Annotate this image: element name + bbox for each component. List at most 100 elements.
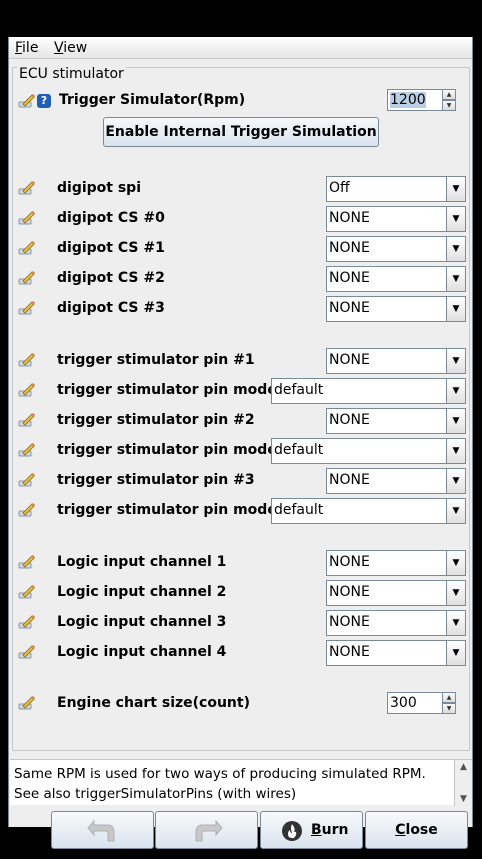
dropdown-value: NONE [329,644,370,660]
enable-trigger-simulation-button[interactable]: Enable Internal Trigger Simulation [103,117,379,147]
menu-bar: File View [9,37,472,59]
engine-chart-size-label: Engine chart size(count) [57,695,250,711]
close-button[interactable]: Close [365,811,468,849]
setting-label: digipot CS #0 [57,210,165,226]
menu-view[interactable]: View [54,40,87,56]
dropdown-value: NONE [329,554,370,570]
setting-label: Logic input channel 4 [57,644,227,660]
chevron-down-icon[interactable]: ▼ [446,349,465,373]
pencil-edit-icon[interactable] [17,694,37,712]
setting-label: trigger stimulator pin mode #1 [57,382,304,398]
setting-dropdown[interactable]: NONE ▼ [326,640,466,666]
setting-label: trigger stimulator pin mode #3 [57,502,304,518]
chevron-down-icon[interactable]: ▼ [446,469,465,493]
engine-chart-size-spinner[interactable]: 300 ▲ ▼ [387,692,456,714]
close-button-label: Close [395,822,438,838]
chevron-down-icon[interactable]: ▼ [446,237,465,261]
setting-label: digipot CS #2 [57,270,165,286]
setting-label: digipot CS #1 [57,240,165,256]
chevron-down-icon[interactable]: ▼ [446,641,465,665]
setting-dropdown[interactable]: NONE ▼ [326,266,466,292]
trigger-simulator-spinner[interactable]: 1200 ▲ ▼ [387,89,456,111]
setting-label: digipot spi [57,180,141,196]
undo-button[interactable] [51,811,154,849]
spin-down-icon[interactable]: ▼ [442,703,456,714]
scroll-up-icon[interactable]: ▲ [455,760,472,774]
pencil-edit-icon[interactable] [17,583,37,601]
scroll-down-icon[interactable]: ▼ [455,792,472,806]
burn-button[interactable]: Burn [260,811,363,849]
trigger-simulator-label: Trigger Simulator(Rpm) [59,92,246,108]
spinner-buttons[interactable]: ▲ ▼ [442,692,456,714]
setting-label: Logic input channel 2 [57,584,227,600]
setting-dropdown[interactable]: NONE ▼ [326,550,466,576]
setting-dropdown[interactable]: NONE ▼ [326,206,466,232]
chevron-down-icon[interactable]: ▼ [446,297,465,321]
chevron-down-icon[interactable]: ▼ [446,439,465,463]
pencil-edit-icon[interactable] [17,613,37,631]
pencil-edit-icon[interactable] [17,381,37,399]
setting-dropdown[interactable]: NONE ▼ [326,580,466,606]
redo-icon [195,819,223,842]
dropdown-value: NONE [329,270,370,286]
help-icon[interactable]: ? [37,94,51,108]
pencil-edit-icon[interactable] [17,179,37,197]
help-text-scrollbar[interactable]: ▲ ▼ [454,760,472,806]
setting-dropdown[interactable]: NONE ▼ [326,296,466,322]
setting-dropdown[interactable]: default ▼ [271,438,466,464]
pencil-edit-icon[interactable] [17,299,37,317]
chevron-down-icon[interactable]: ▼ [446,409,465,433]
chevron-down-icon[interactable]: ▼ [446,551,465,575]
spin-down-icon[interactable]: ▼ [442,100,456,111]
pencil-edit-icon[interactable] [17,92,37,110]
setting-label: Logic input channel 1 [57,554,227,570]
setting-dropdown[interactable]: NONE ▼ [326,408,466,434]
spin-up-icon[interactable]: ▲ [442,89,456,100]
pencil-edit-icon[interactable] [17,501,37,519]
chevron-down-icon[interactable]: ▼ [446,267,465,291]
chevron-down-icon[interactable]: ▼ [446,611,465,635]
undo-icon [86,819,114,842]
setting-label: digipot CS #3 [57,300,165,316]
dropdown-value: default [274,382,324,398]
chevron-down-icon[interactable]: ▼ [446,207,465,231]
dropdown-value: Off [329,180,350,196]
chevron-down-icon[interactable]: ▼ [446,379,465,403]
setting-label: trigger stimulator pin #3 [57,472,255,488]
redo-button[interactable] [155,811,258,849]
setting-dropdown[interactable]: default ▼ [271,378,466,404]
setting-dropdown[interactable]: default ▼ [271,498,466,524]
chevron-down-icon[interactable]: ▼ [446,499,465,523]
menu-file[interactable]: File [15,40,38,56]
setting-dropdown[interactable]: NONE ▼ [326,236,466,262]
help-text-line-2: See also triggerSimulatorPins (with wire… [14,786,297,802]
pencil-edit-icon[interactable] [17,471,37,489]
dropdown-value: NONE [329,210,370,226]
engine-chart-size-value[interactable]: 300 [390,695,417,711]
dropdown-value: NONE [329,584,370,600]
setting-dropdown[interactable]: NONE ▼ [326,468,466,494]
burn-button-label: Burn [311,822,349,838]
dropdown-value: default [274,502,324,518]
chevron-down-icon[interactable]: ▼ [446,581,465,605]
pencil-edit-icon[interactable] [17,269,37,287]
pencil-edit-icon[interactable] [17,441,37,459]
setting-dropdown[interactable]: Off ▼ [326,176,466,202]
panel-title: ECU stimulator [17,66,126,82]
dropdown-value: NONE [329,472,370,488]
pencil-edit-icon[interactable] [17,209,37,227]
chevron-down-icon[interactable]: ▼ [446,177,465,201]
pencil-edit-icon[interactable] [17,553,37,571]
spin-up-icon[interactable]: ▲ [442,692,456,703]
help-text-area: Same RPM is used for two ways of produci… [10,759,472,806]
dropdown-value: default [274,442,324,458]
pencil-edit-icon[interactable] [17,239,37,257]
trigger-simulator-value[interactable]: 1200 [390,92,426,108]
pencil-edit-icon[interactable] [17,411,37,429]
setting-dropdown[interactable]: NONE ▼ [326,348,466,374]
spinner-buttons[interactable]: ▲ ▼ [442,89,456,111]
pencil-edit-icon[interactable] [17,351,37,369]
setting-dropdown[interactable]: NONE ▼ [326,610,466,636]
dropdown-value: NONE [329,614,370,630]
pencil-edit-icon[interactable] [17,643,37,661]
